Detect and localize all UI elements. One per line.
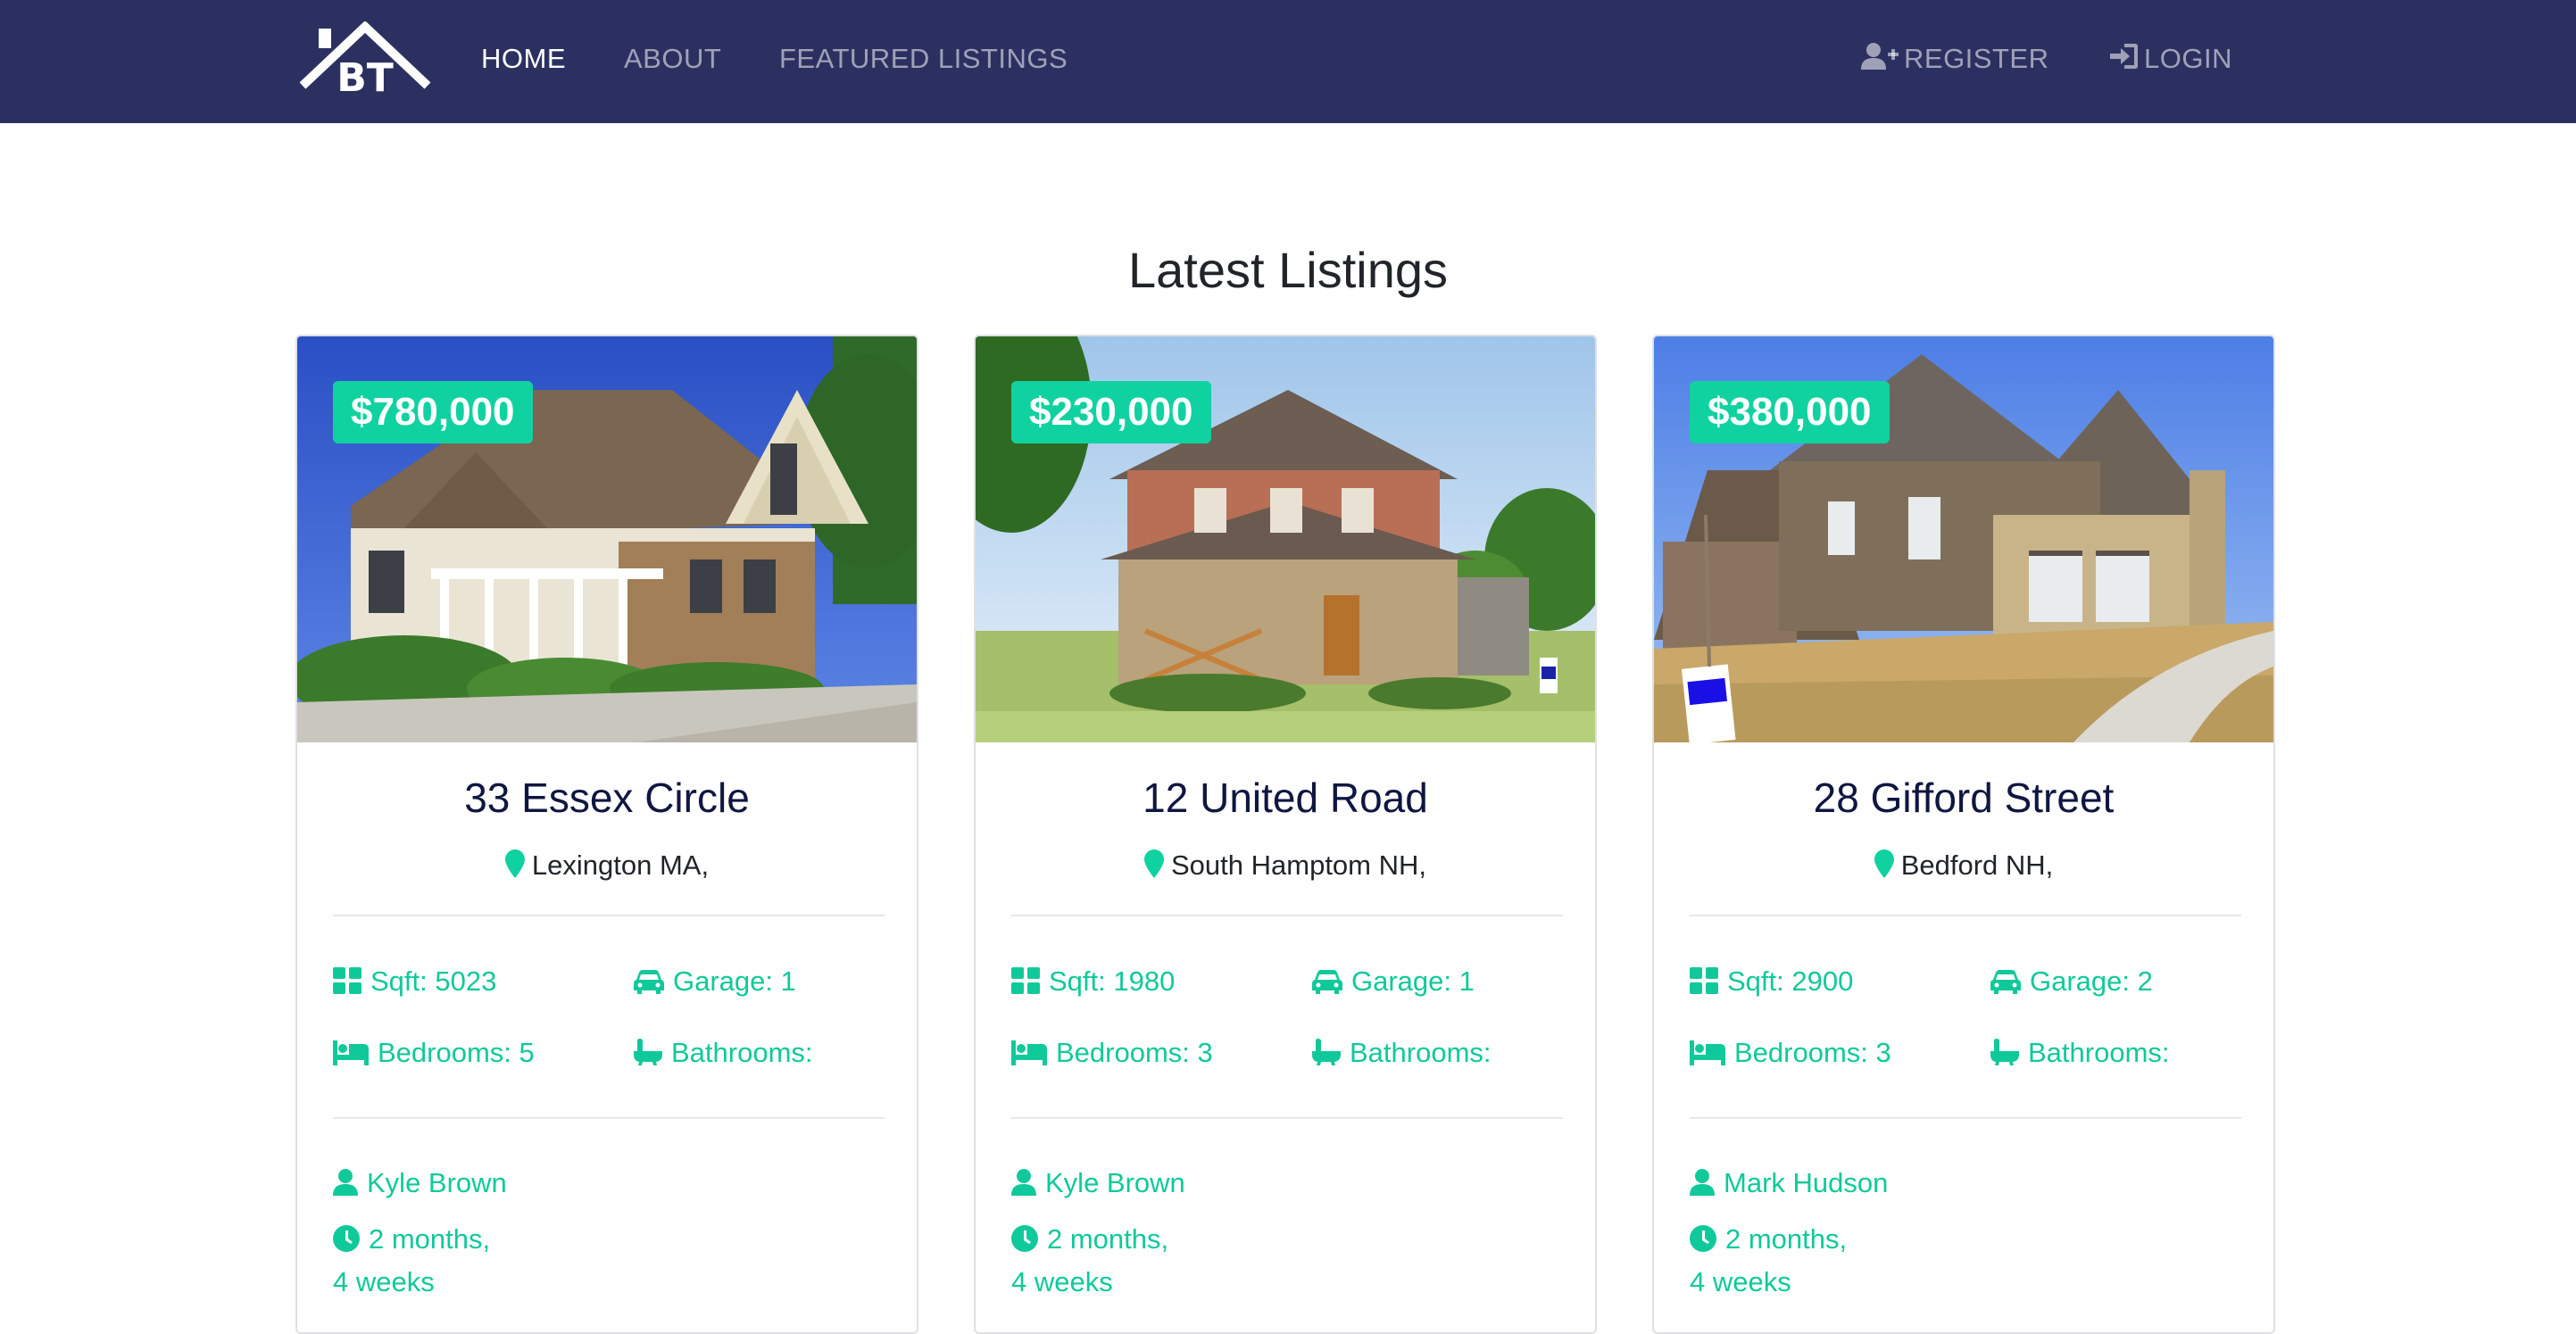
listing-location: Lexington MA, [297,849,917,882]
bathrooms-value: Bathrooms: [1350,1037,1492,1068]
section-title: Latest Listings [1128,242,1448,298]
garage-feature: Garage: 2 [1990,965,2153,998]
location-text: Lexington MA, [531,849,710,881]
price-badge: $380,000 [1690,381,1890,443]
register-link[interactable]: REGISTER [1861,0,2048,123]
divider [1011,915,1563,916]
bathrooms-feature: Bathrooms: [1312,1037,1492,1069]
time-line-1: 2 months, [369,1223,491,1255]
time-line-2: 4 weeks [1690,1266,1791,1297]
user-icon [1690,1169,1715,1196]
th-large-icon [333,967,361,994]
bathrooms-value: Bathrooms: [671,1037,813,1068]
login-label: LOGIN [2144,43,2232,74]
car-icon [1312,970,1342,994]
map-marker-icon [1874,849,1894,878]
listing-card[interactable]: $380,000 28 Gifford Street Bedford NH, S… [1652,335,2275,1334]
car-icon [1990,970,2021,994]
sqft-feature: Sqft: 2900 [1690,965,1853,998]
bedrooms-feature: Bedrooms: 3 [1690,1037,1891,1069]
sqft-value: Sqft: 2900 [1727,965,1854,997]
nav-home[interactable]: HOME [481,0,566,123]
divider [1690,1117,2241,1119]
bath-icon [1990,1039,2019,1065]
realtor-row[interactable]: Kyle Brown [1011,1162,1185,1205]
bedrooms-value: Bedrooms: 3 [1734,1037,1891,1068]
time-line-1: 2 months, [1725,1223,1848,1255]
clock-icon [1011,1225,1038,1252]
sqft-feature: Sqft: 5023 [333,965,496,998]
listed-time: 2 months, 4 weeks [1690,1218,1847,1304]
listed-time: 2 months, 4 weeks [1011,1218,1168,1304]
listing-card[interactable]: $780,000 33 Essex Circle Lexington MA, S… [295,335,918,1334]
clock-icon [1690,1225,1716,1252]
user-icon [1011,1169,1036,1196]
svg-text:BT: BT [337,55,394,96]
bedrooms-feature: Bedrooms: 5 [333,1037,535,1069]
login-link[interactable]: LOGIN [2108,0,2232,123]
nav-featured-listings[interactable]: FEATURED LISTINGS [779,0,1068,123]
realtor-row[interactable]: Kyle Brown [333,1162,507,1205]
garage-value: Garage: 1 [1351,965,1475,997]
time-line-2: 4 weeks [333,1266,435,1297]
bathrooms-feature: Bathrooms: [1990,1037,2170,1069]
realtor-name: Mark Hudson [1724,1167,1889,1198]
realtor-name: Kyle Brown [367,1167,507,1198]
bathrooms-feature: Bathrooms: [634,1037,813,1069]
garage-value: Garage: 2 [2030,965,2153,997]
th-large-icon [1690,967,1718,994]
th-large-icon [1011,967,1040,994]
time-line-2: 4 weeks [1011,1266,1113,1297]
house-logo-icon: BT [299,21,431,101]
location-text: South Hamptom NH, [1171,849,1426,881]
listing-card[interactable]: $230,000 12 United Road South Hamptom NH… [974,335,1597,1334]
price-badge: $230,000 [1011,381,1211,443]
location-text: Bedford NH, [1900,849,2054,881]
register-label: REGISTER [1904,43,2049,74]
clock-icon [333,1225,360,1252]
price-badge: $780,000 [333,381,533,443]
navbar: BT HOME ABOUT FEATURED LISTINGS REGISTER… [0,0,2576,123]
garage-value: Garage: 1 [673,965,796,997]
bath-icon [1312,1039,1341,1065]
bed-icon [1011,1040,1047,1065]
listing-title[interactable]: 33 Essex Circle [297,774,917,822]
listing-title[interactable]: 12 United Road [976,774,1595,822]
bathrooms-value: Bathrooms: [2028,1037,2170,1068]
sqft-feature: Sqft: 1980 [1011,965,1175,998]
nav-about[interactable]: ABOUT [624,0,721,123]
divider [333,915,885,916]
divider [333,1117,885,1119]
realtor-row[interactable]: Mark Hudson [1690,1162,1888,1205]
sqft-value: Sqft: 1980 [1049,965,1176,997]
sqft-value: Sqft: 5023 [370,965,497,997]
garage-feature: Garage: 1 [1312,965,1475,998]
listed-time: 2 months, 4 weeks [333,1218,490,1304]
map-marker-icon [1144,849,1164,878]
bed-icon [1690,1040,1725,1065]
bedrooms-value: Bedrooms: 3 [1056,1037,1213,1068]
divider [1690,915,2241,916]
bedrooms-value: Bedrooms: 5 [378,1037,535,1068]
bath-icon [634,1039,662,1065]
bedrooms-feature: Bedrooms: 3 [1011,1037,1213,1069]
bed-icon [333,1040,369,1065]
time-line-1: 2 months, [1047,1223,1169,1255]
listing-location: Bedford NH, [1654,849,2273,882]
brand-logo[interactable]: BT [299,21,431,101]
car-icon [634,970,664,994]
divider [1011,1117,1563,1119]
listing-title[interactable]: 28 Gifford Street [1654,774,2273,822]
garage-feature: Garage: 1 [634,965,796,998]
realtor-name: Kyle Brown [1045,1167,1185,1198]
user-icon [333,1169,358,1196]
map-marker-icon [504,849,525,878]
listing-location: South Hamptom NH, [976,849,1595,882]
user-plus-icon [1861,43,1899,70]
sign-in-icon [2110,44,2138,69]
